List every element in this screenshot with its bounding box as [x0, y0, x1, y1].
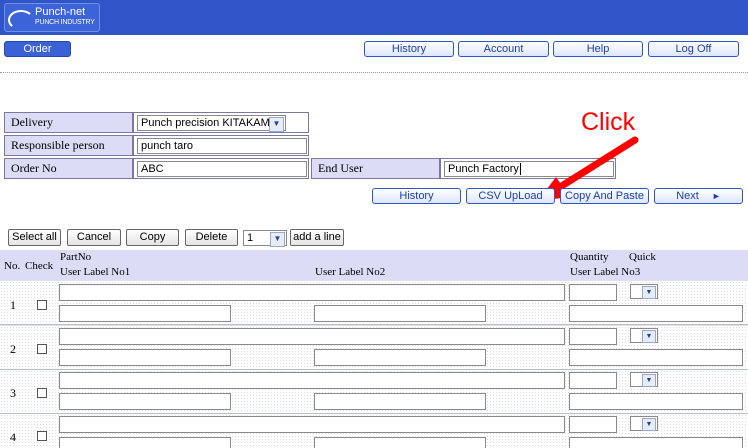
row-checkbox[interactable] [37, 388, 47, 398]
line-count-value: 1 [247, 232, 254, 244]
quick-select[interactable]: ▼ [630, 416, 658, 431]
logoff-button[interactable]: Log Off [648, 41, 739, 57]
column-partno: PartNo [60, 251, 92, 263]
orderno-input[interactable]: ABC [137, 161, 307, 177]
column-label3: User Label No3 [570, 266, 641, 278]
quantity-input[interactable] [569, 372, 617, 389]
row-number: 2 [10, 342, 16, 356]
partno-input[interactable] [59, 372, 565, 389]
account-button[interactable]: Account [458, 41, 549, 57]
history-nav-button[interactable]: History [364, 41, 454, 57]
label2-input[interactable] [314, 349, 486, 366]
chevron-down-icon: ▼ [642, 330, 656, 343]
csv-upload-button[interactable]: CSV UpLoad [466, 188, 555, 204]
label2-input[interactable] [314, 305, 486, 322]
column-label1: User Label No1 [60, 266, 131, 278]
copy-and-paste-button[interactable]: Copy And Paste [560, 188, 649, 204]
chevron-down-icon: ▼ [270, 232, 285, 247]
logo-name: Punch-net [35, 6, 86, 18]
delivery-select[interactable]: Punch precision KITAKAMI ▼ [137, 115, 286, 132]
delivery-value: Punch precision KITAKAMI [141, 117, 273, 129]
add-line-button[interactable]: add a line [290, 229, 344, 246]
quantity-input[interactable] [569, 328, 617, 345]
history-action-button[interactable]: History [372, 188, 461, 204]
label2-input[interactable] [314, 437, 486, 448]
label3-input[interactable] [569, 437, 743, 448]
row-number: 1 [10, 298, 16, 312]
chevron-down-icon: ▼ [642, 286, 656, 299]
chevron-down-icon: ▼ [642, 374, 656, 387]
top-bar [0, 0, 748, 35]
label3-input[interactable] [569, 393, 743, 410]
orderno-label: Order No [4, 158, 133, 179]
orderno-cell: ABC [133, 158, 309, 179]
line-count-select[interactable]: 1 ▼ [243, 230, 287, 247]
divider [0, 72, 748, 73]
row-checkbox[interactable] [37, 431, 47, 441]
next-button[interactable]: Next ► [654, 188, 743, 204]
chevron-down-icon: ▼ [642, 418, 656, 431]
copy-button[interactable]: Copy [126, 229, 179, 246]
quick-select[interactable]: ▼ [630, 372, 658, 387]
cancel-button[interactable]: Cancel [67, 229, 121, 246]
label1-input[interactable] [59, 349, 231, 366]
arrow-right-icon: ► [711, 191, 721, 201]
label1-input[interactable] [59, 305, 231, 322]
column-quantity: Quantity [570, 251, 609, 263]
quick-select[interactable]: ▼ [630, 284, 658, 299]
column-no: No. [4, 260, 21, 272]
partno-input[interactable] [59, 328, 565, 345]
logo-tagline: PUNCH INDUSTRY [35, 19, 95, 26]
quantity-input[interactable] [569, 416, 617, 433]
column-check: Check [25, 260, 54, 272]
row-checkbox[interactable] [37, 344, 47, 354]
delivery-cell: Punch precision KITAKAMI ▼ [133, 112, 309, 133]
row-number: 4 [10, 430, 16, 444]
chevron-down-icon: ▼ [269, 117, 284, 132]
click-annotation: Click [581, 108, 636, 136]
enduser-value: Punch Factory [448, 163, 519, 175]
next-label: Next [676, 190, 699, 202]
label2-input[interactable] [314, 393, 486, 410]
punch-net-logo[interactable]: Punch-net PUNCH INDUSTRY [4, 3, 100, 32]
label1-input[interactable] [59, 393, 231, 410]
responsible-cell: punch taro [133, 135, 309, 156]
delete-button[interactable]: Delete [185, 229, 238, 246]
row-number: 3 [10, 386, 16, 400]
order-button[interactable]: Order [4, 41, 71, 57]
partno-input[interactable] [59, 284, 565, 301]
responsible-label: Responsible person [4, 135, 133, 156]
row-checkbox[interactable] [37, 300, 47, 310]
partno-input[interactable] [59, 416, 565, 433]
delivery-label: Delivery [4, 112, 133, 133]
quick-select[interactable]: ▼ [630, 328, 658, 343]
responsible-input[interactable]: punch taro [137, 138, 307, 154]
column-label2: User Label No2 [315, 266, 386, 278]
help-button[interactable]: Help [553, 41, 643, 57]
label1-input[interactable] [59, 437, 231, 448]
select-all-button[interactable]: Select all [8, 229, 61, 246]
label3-input[interactable] [569, 305, 743, 322]
quantity-input[interactable] [569, 284, 617, 301]
column-quick: Quick [629, 251, 656, 263]
logo-swoosh-icon [8, 10, 34, 30]
enduser-label: End User [311, 158, 440, 179]
label3-input[interactable] [569, 349, 743, 366]
